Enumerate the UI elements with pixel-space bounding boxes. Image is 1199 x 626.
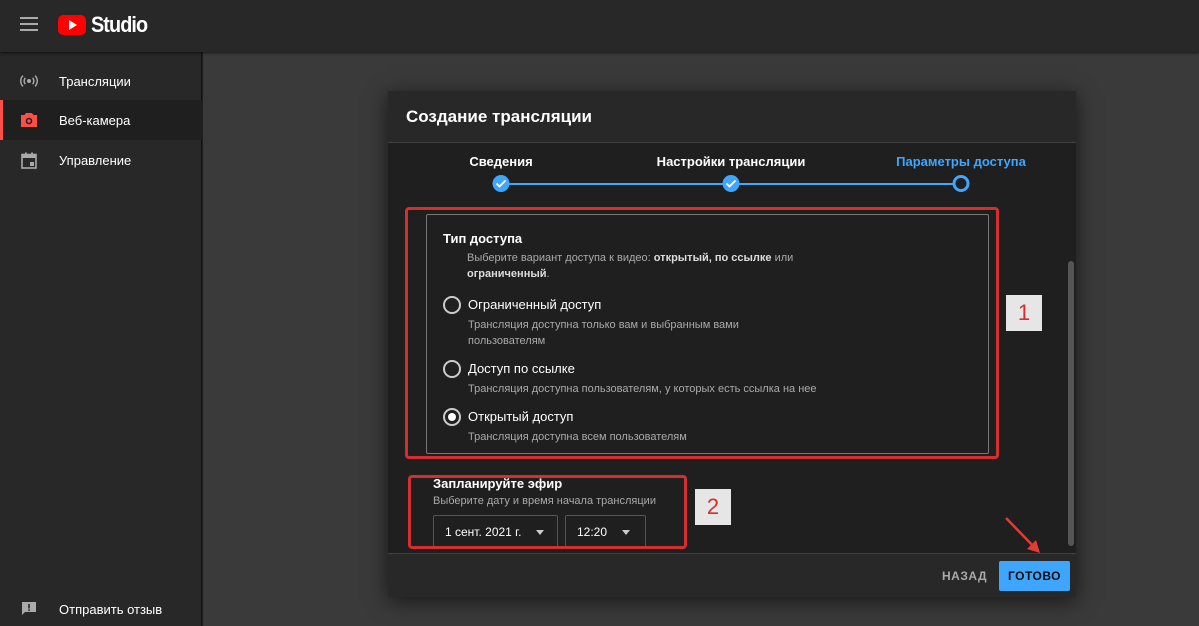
step-check-icon[interactable] [492,175,510,192]
annotation-number-2: 2 [695,489,731,525]
annotation-box-2 [408,475,687,549]
scrollbar[interactable] [1068,261,1074,546]
step-check-icon[interactable] [722,175,740,192]
top-header: Studio [0,0,1199,52]
sidebar-item-webcam[interactable]: Веб-камера [0,100,202,140]
hamburger-menu-icon[interactable] [20,17,38,31]
sidebar-item-broadcasts[interactable]: Трансляции [0,61,202,101]
studio-logo[interactable]: Studio [58,12,153,38]
stepper: Сведения Настройки трансляции Параметры … [388,143,1076,209]
feedback-icon [20,600,38,618]
sidebar-item-manage[interactable]: Управление [0,140,202,180]
youtube-play-icon [58,15,86,35]
step-label-settings[interactable]: Настройки трансляции [657,154,806,169]
done-button[interactable]: ГОТОВО [999,561,1070,591]
sidebar-item-label: Управление [59,152,132,168]
sidebar-item-feedback[interactable]: Отправить отзыв [0,589,202,626]
annotation-box-1 [405,207,999,459]
annotation-arrow-icon [1005,517,1040,553]
broadcast-icon [20,72,38,90]
calendar-icon [20,151,38,169]
sidebar-item-label: Трансляции [59,73,131,89]
sidebar: Трансляции Веб-камера Управление Отправи… [0,52,202,626]
step-current-dot-icon[interactable] [952,175,970,192]
step-label-details[interactable]: Сведения [469,154,532,169]
logo-text: Studio [91,12,148,37]
sidebar-item-label: Отправить отзыв [59,601,163,617]
footer-divider [388,553,1076,554]
camera-icon [20,111,38,129]
step-label-access[interactable]: Параметры доступа [896,154,1026,169]
dialog-title: Создание трансляции [406,107,592,126]
back-button[interactable]: НАЗАД [942,569,987,583]
sidebar-item-label: Веб-камера [59,112,131,128]
annotation-number-1: 1 [1006,295,1042,331]
